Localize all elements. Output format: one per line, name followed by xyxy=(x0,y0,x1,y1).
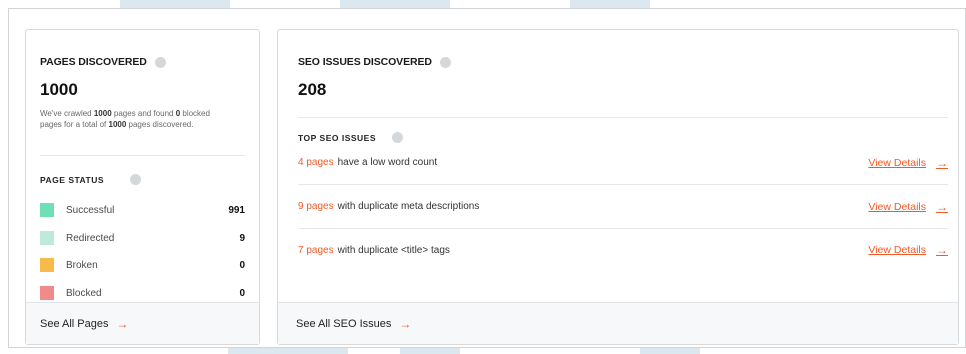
view-details-link[interactable]: View Details → xyxy=(868,243,948,257)
issue-row-duplicate-meta: 9 pages with duplicate meta descriptions… xyxy=(298,185,948,229)
see-all-pages-footer: See All Pages → xyxy=(26,302,259,344)
info-icon[interactable] xyxy=(154,56,166,68)
desc-text: pages discovered. xyxy=(126,120,194,129)
status-label: Blocked xyxy=(66,287,102,299)
issue-count-link[interactable]: 9 pages xyxy=(298,201,334,212)
pages-discovered-title: PAGES DISCOVERED xyxy=(40,56,166,68)
seo-issues-title: SEO ISSUES DISCOVERED xyxy=(298,56,451,68)
issue-text: have a low word count xyxy=(337,157,438,168)
dashboard-panel: PAGES DISCOVERED 1000 We've crawled 1000… xyxy=(8,8,966,348)
page-status-title: PAGE STATUS xyxy=(40,174,142,185)
view-details-link[interactable]: View Details → xyxy=(868,200,948,214)
arrow-right-icon[interactable]: → xyxy=(936,200,948,214)
status-row-redirected: Redirected 9 xyxy=(40,230,245,246)
divider xyxy=(40,155,245,156)
status-value: 9 xyxy=(239,232,245,244)
seo-issues-card: SEO ISSUES DISCOVERED 208 TOP SEO ISSUES… xyxy=(277,29,959,345)
status-value: 0 xyxy=(239,259,245,271)
successful-swatch xyxy=(40,203,54,217)
see-all-seo-issues-footer: See All SEO Issues → xyxy=(278,302,958,344)
desc-crawled-count: 1000 xyxy=(93,109,112,118)
info-icon[interactable] xyxy=(130,174,142,185)
view-details-label[interactable]: View Details xyxy=(868,201,926,213)
seo-issues-label: SEO ISSUES DISCOVERED xyxy=(298,56,432,68)
issue-text: with duplicate <title> tags xyxy=(337,244,450,256)
arrow-right-icon[interactable]: → xyxy=(936,243,948,257)
status-label: Broken xyxy=(66,259,98,271)
view-details-label[interactable]: View Details xyxy=(868,244,926,256)
issue-row-duplicate-title: 7 pages with duplicate <title> tags View… xyxy=(298,228,948,272)
pages-discovered-count: 1000 xyxy=(40,80,78,99)
desc-text: pages and found xyxy=(111,109,176,118)
status-value: 991 xyxy=(228,204,245,216)
status-row-successful: Successful 991 xyxy=(40,202,245,218)
pages-discovered-description: We've crawled 1000 pages and found 0 blo… xyxy=(40,108,230,130)
info-icon[interactable] xyxy=(439,56,451,68)
pages-discovered-card: PAGES DISCOVERED 1000 We've crawled 1000… xyxy=(25,29,260,345)
status-row-blocked: Blocked 0 xyxy=(40,285,245,301)
pages-discovered-label: PAGES DISCOVERED xyxy=(40,56,147,68)
arrow-right-icon[interactable]: → xyxy=(936,156,948,170)
desc-total-count: 1000 xyxy=(108,120,127,129)
redirected-swatch xyxy=(40,231,54,245)
issue-row-low-word-count: 4 pages have a low word count View Detai… xyxy=(298,141,948,185)
issue-count-link[interactable]: 7 pages xyxy=(298,245,334,256)
issue-text: with duplicate meta descriptions xyxy=(337,201,480,212)
issue-count-link[interactable]: 4 pages xyxy=(298,157,334,168)
broken-swatch xyxy=(40,258,54,272)
status-row-broken: Broken 0 xyxy=(40,257,245,273)
status-label: Successful xyxy=(66,204,115,216)
page-status-label: PAGE STATUS xyxy=(40,174,105,185)
see-all-pages-link[interactable]: See All Pages xyxy=(40,318,109,330)
status-label: Redirected xyxy=(66,232,115,244)
see-all-seo-issues-link[interactable]: See All SEO Issues xyxy=(296,318,391,330)
arrow-right-icon[interactable]: → xyxy=(399,317,411,331)
seo-issues-count: 208 xyxy=(298,80,327,99)
status-value: 0 xyxy=(239,287,245,299)
arrow-right-icon[interactable]: → xyxy=(117,317,129,331)
desc-text: We've crawled xyxy=(40,109,94,118)
view-details-link[interactable]: View Details → xyxy=(868,156,948,170)
blocked-swatch xyxy=(40,286,54,300)
view-details-label[interactable]: View Details xyxy=(868,157,926,169)
divider xyxy=(298,117,948,118)
